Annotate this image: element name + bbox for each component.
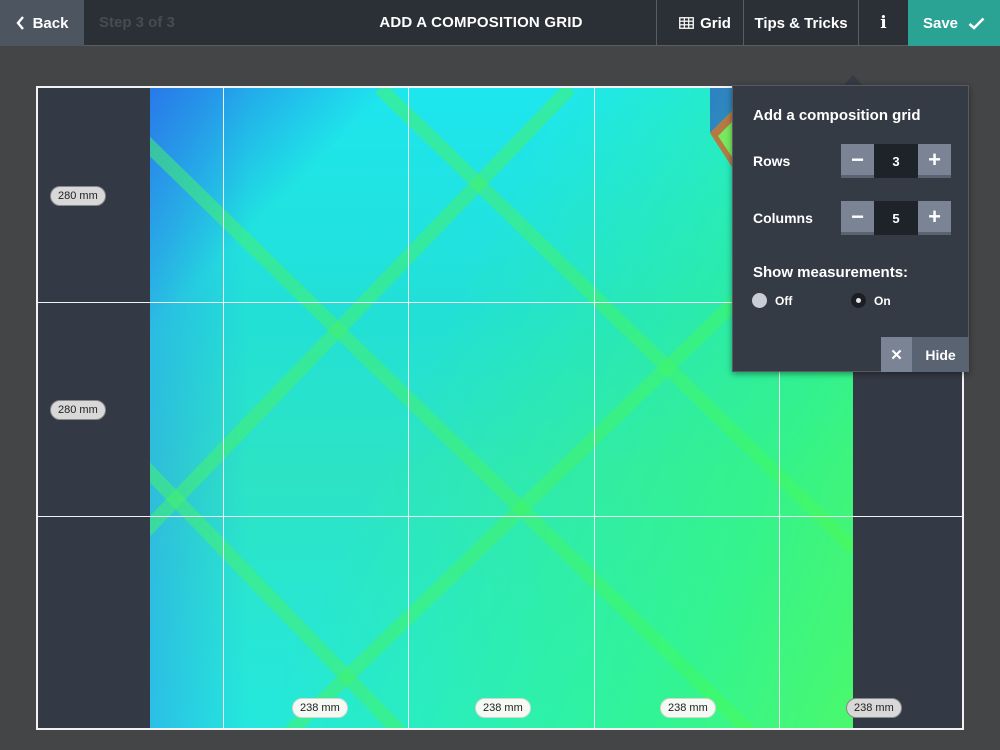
plus-icon: + xyxy=(928,203,941,229)
rows-label: Rows xyxy=(753,153,791,169)
off-label: Off xyxy=(775,293,793,308)
info-button[interactable]: i xyxy=(859,0,908,46)
popover-title: Add a composition grid xyxy=(753,107,921,124)
top-bar: Back Step 3 of 3 ADD A COMPOSITION GRID … xyxy=(0,0,1000,46)
rows-value: 3 xyxy=(874,144,918,178)
grid-label: Grid xyxy=(700,14,731,32)
plus-icon: + xyxy=(928,146,941,172)
columns-increment-button[interactable]: + xyxy=(918,201,951,235)
rows-increment-button[interactable]: + xyxy=(918,144,951,178)
hide-label: Hide xyxy=(912,337,969,372)
back-label: Back xyxy=(32,14,69,32)
info-icon: i xyxy=(880,13,887,33)
column-measurement-label: 238 mm xyxy=(846,698,902,718)
grid-line-vertical xyxy=(408,88,409,728)
chevron-left-icon xyxy=(16,16,24,30)
checkmark-icon xyxy=(968,17,985,30)
back-button[interactable]: Back xyxy=(0,0,84,46)
step-indicator: Step 3 of 3 xyxy=(99,14,175,31)
hide-button[interactable]: ✕ Hide xyxy=(881,337,969,372)
row-measurement-label: 280 mm xyxy=(50,186,106,206)
radio-checked-icon xyxy=(851,293,866,308)
grid-line-vertical xyxy=(594,88,595,728)
save-button[interactable]: Save xyxy=(908,0,1000,46)
close-icon: ✕ xyxy=(881,337,912,372)
page-title: ADD A COMPOSITION GRID xyxy=(379,14,583,31)
columns-value: 5 xyxy=(874,201,918,235)
minus-icon: − xyxy=(851,203,864,229)
on-label: On xyxy=(874,293,891,308)
tips-tricks-button[interactable]: Tips & Tricks xyxy=(744,0,858,46)
column-measurement-label: 238 mm xyxy=(660,698,716,718)
columns-label: Columns xyxy=(753,210,813,226)
rows-stepper: − 3 + xyxy=(841,144,951,178)
measurements-off-radio[interactable]: Off xyxy=(752,293,792,308)
column-measurement-label: 238 mm xyxy=(292,698,348,718)
rows-decrement-button[interactable]: − xyxy=(841,144,874,178)
grid-button[interactable]: Grid xyxy=(667,0,743,46)
columns-stepper: − 5 + xyxy=(841,201,951,235)
column-measurement-label: 238 mm xyxy=(475,698,531,718)
save-label: Save xyxy=(922,14,959,32)
show-measurements-label: Show measurements: xyxy=(753,264,909,281)
row-measurement-label: 280 mm xyxy=(50,400,106,420)
grid-icon xyxy=(679,17,694,29)
minus-icon: − xyxy=(851,146,864,172)
measurements-on-radio[interactable]: On xyxy=(851,293,891,308)
grid-line-horizontal xyxy=(38,516,962,517)
grid-settings-popover: Add a composition grid Rows − 3 + Column… xyxy=(732,85,969,372)
divider xyxy=(656,0,657,46)
grid-line-vertical xyxy=(223,88,224,728)
radio-unchecked-icon xyxy=(752,293,767,308)
columns-decrement-button[interactable]: − xyxy=(841,201,874,235)
